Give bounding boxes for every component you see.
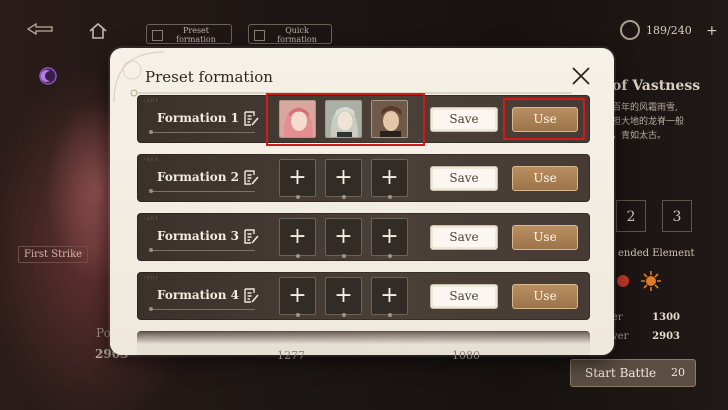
stamina-icon bbox=[620, 20, 640, 40]
stat-row: er 1300 bbox=[612, 312, 680, 323]
empty-character-slot[interactable]: + bbox=[371, 218, 408, 258]
character-slot-1[interactable] bbox=[279, 100, 316, 138]
bottom-stat-value: 1080 bbox=[452, 349, 480, 362]
rename-icon[interactable] bbox=[243, 110, 259, 127]
close-icon[interactable] bbox=[570, 65, 592, 87]
formation-name: Formation 1 bbox=[157, 111, 240, 125]
add-icon: + bbox=[380, 283, 399, 308]
character-slot-2[interactable] bbox=[325, 100, 362, 138]
empty-character-slot[interactable]: + bbox=[325, 218, 362, 258]
flag-icon bbox=[254, 30, 265, 41]
sun-element-icon bbox=[641, 271, 661, 291]
bottom-stat-value: 1277 bbox=[277, 349, 305, 362]
start-battle-button[interactable]: Start Battle 20 bbox=[570, 359, 696, 387]
first-strike-badge: First Strike bbox=[18, 246, 89, 263]
empty-character-slot[interactable]: + bbox=[325, 277, 362, 317]
list-icon bbox=[152, 30, 163, 41]
add-icon: + bbox=[334, 224, 353, 249]
formation-name: Formation 4 bbox=[157, 288, 240, 302]
stat-row: ver 2903 bbox=[612, 331, 680, 342]
character-slot-3[interactable] bbox=[371, 100, 408, 138]
use-formation-button[interactable]: Use bbox=[512, 284, 578, 309]
empty-character-slot[interactable]: + bbox=[279, 277, 316, 317]
element-icon bbox=[617, 275, 629, 287]
stamina-counter: 189/240 + bbox=[620, 20, 720, 44]
difficulty-3-button[interactable]: 3 bbox=[662, 200, 692, 232]
formation-row-3: ᚲᛟᚢᚾ Formation 3 + + + Save Use bbox=[137, 213, 590, 261]
moon-element-icon bbox=[39, 67, 57, 85]
use-formation-button[interactable]: Use bbox=[512, 225, 578, 250]
save-formation-button[interactable]: Save bbox=[430, 166, 498, 191]
save-formation-button[interactable]: Save bbox=[430, 284, 498, 309]
save-formation-button[interactable]: Save bbox=[430, 107, 498, 132]
dialog-title: Preset formation bbox=[145, 68, 273, 86]
add-icon: + bbox=[288, 224, 307, 249]
add-icon: + bbox=[288, 283, 307, 308]
empty-character-slot[interactable]: + bbox=[325, 159, 362, 199]
top-bar: Preset formation Quick formation 189/240… bbox=[0, 0, 728, 46]
tab-quick-formation[interactable]: Quick formation bbox=[248, 24, 332, 44]
recommended-element-label: ended Element bbox=[618, 248, 695, 259]
formation-name: Formation 2 bbox=[157, 170, 240, 184]
add-icon: + bbox=[334, 165, 353, 190]
formation-row-2: ᚲᛟᚢᚾ Formation 2 + + + Save Use bbox=[137, 154, 590, 202]
tab-preset-formation[interactable]: Preset formation bbox=[146, 24, 232, 44]
add-icon: + bbox=[380, 224, 399, 249]
preset-formation-dialog: Preset formation ᚲᛟᚢᚾ Formation 1 Save U… bbox=[110, 48, 614, 355]
formation-row-4: ᚲᛟᚢᚾ Formation 4 + + + Save Use bbox=[137, 272, 590, 320]
empty-character-slot[interactable]: + bbox=[371, 159, 408, 199]
add-icon: + bbox=[334, 283, 353, 308]
back-arrow-icon[interactable] bbox=[26, 23, 54, 35]
use-formation-button[interactable]: Use bbox=[512, 107, 578, 132]
save-formation-button[interactable]: Save bbox=[430, 225, 498, 250]
character-avatar-brown-hair bbox=[372, 101, 407, 137]
home-icon[interactable] bbox=[88, 22, 108, 40]
formation-name: Formation 3 bbox=[157, 229, 240, 243]
empty-character-slot[interactable]: + bbox=[279, 218, 316, 258]
formation-row-1: ᚲᛟᚢᚾ Formation 1 Save Use bbox=[137, 95, 590, 143]
rename-icon[interactable] bbox=[243, 228, 259, 245]
add-icon: + bbox=[288, 165, 307, 190]
empty-character-slot[interactable]: + bbox=[279, 159, 316, 199]
stage-description: 百年的风霜雨雪, 担大地的龙脊一般 ，青如太古。 bbox=[612, 103, 685, 141]
difficulty-2-button[interactable]: 2 bbox=[616, 200, 646, 232]
use-formation-button[interactable]: Use bbox=[512, 166, 578, 191]
rename-icon[interactable] bbox=[243, 169, 259, 186]
add-icon: + bbox=[380, 165, 399, 190]
character-avatar-grey-hair bbox=[326, 101, 361, 137]
stage-title: of Vastness bbox=[612, 78, 701, 94]
empty-character-slot[interactable]: + bbox=[371, 277, 408, 317]
add-stamina-button[interactable]: + bbox=[706, 24, 718, 38]
rename-icon[interactable] bbox=[243, 287, 259, 304]
left-stat-label: Po bbox=[96, 326, 111, 340]
character-avatar-pink-hair bbox=[280, 101, 315, 137]
